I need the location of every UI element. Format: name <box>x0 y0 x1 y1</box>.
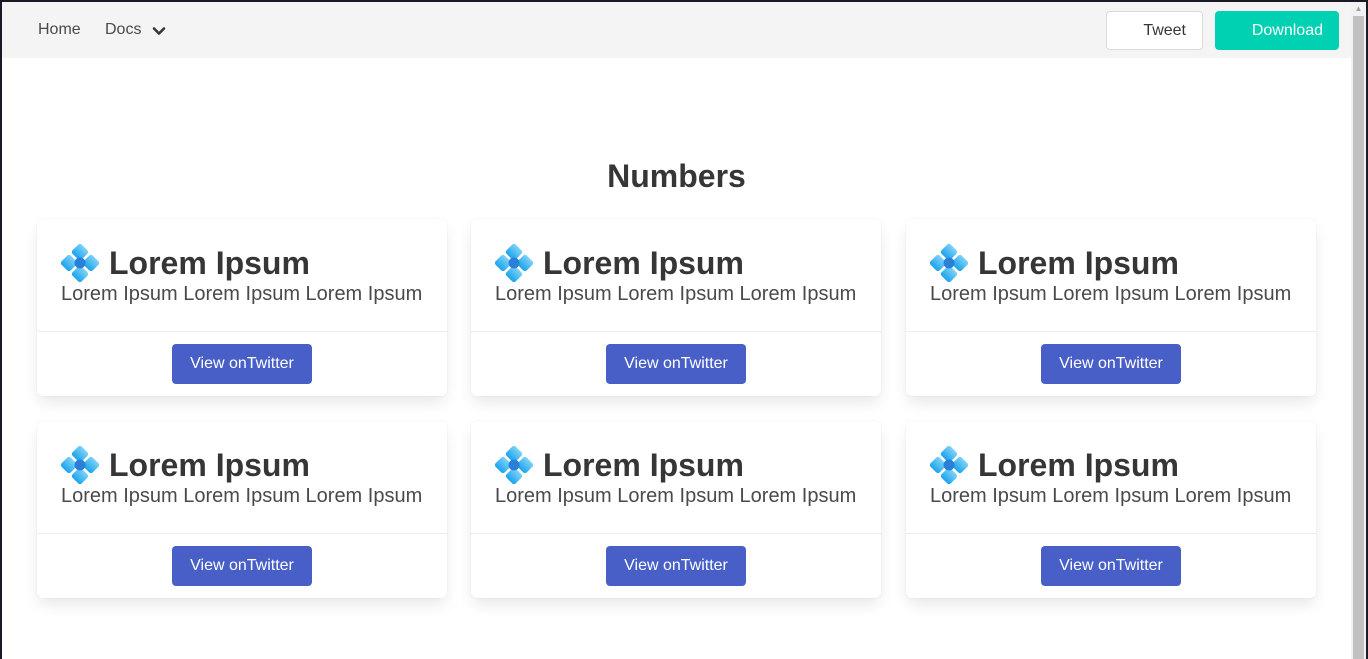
card-title: Lorem Ipsum <box>109 245 310 281</box>
blue-diamond-cluster-icon <box>61 446 99 484</box>
navbar: Home Docs Tweet Download <box>2 2 1351 58</box>
card-divider <box>906 331 1316 332</box>
card-header: Lorem Ipsum <box>495 243 744 283</box>
card-header: Lorem Ipsum <box>61 445 310 485</box>
card-header: Lorem Ipsum <box>930 243 1179 283</box>
view-on-twitter-button[interactable]: View onTwitter <box>606 344 746 384</box>
card-description: Lorem Ipsum Lorem Ipsum Lorem Ipsum <box>61 485 423 507</box>
view-on-twitter-button[interactable]: View onTwitter <box>1041 546 1181 586</box>
section-title: Numbers <box>607 158 746 194</box>
blue-diamond-cluster-icon <box>495 446 533 484</box>
download-button[interactable]: Download <box>1215 11 1339 50</box>
blue-diamond-cluster-icon <box>930 244 968 282</box>
card: Lorem Ipsum Lorem Ipsum Lorem Ipsum Lore… <box>37 219 447 396</box>
card: Lorem Ipsum Lorem Ipsum Lorem Ipsum Lore… <box>471 219 881 396</box>
scroll-up-arrow-icon[interactable]: ▲ <box>1351 2 1366 16</box>
blue-diamond-cluster-icon <box>930 446 968 484</box>
card-description: Lorem Ipsum Lorem Ipsum Lorem Ipsum <box>930 283 1292 305</box>
view-on-twitter-button[interactable]: View onTwitter <box>172 546 312 586</box>
card: Lorem Ipsum Lorem Ipsum Lorem Ipsum Lore… <box>906 219 1316 396</box>
card-description: Lorem Ipsum Lorem Ipsum Lorem Ipsum <box>930 485 1292 507</box>
page-viewport: Home Docs Tweet Download Numbers Lorem I… <box>2 2 1351 659</box>
view-on-twitter-button[interactable]: View onTwitter <box>1041 344 1181 384</box>
card-description: Lorem Ipsum Lorem Ipsum Lorem Ipsum <box>495 283 857 305</box>
nav-docs-dropdown[interactable]: Docs <box>105 2 141 58</box>
card-header: Lorem Ipsum <box>495 445 744 485</box>
view-on-twitter-button[interactable]: View onTwitter <box>172 344 312 384</box>
card: Lorem Ipsum Lorem Ipsum Lorem Ipsum Lore… <box>37 421 447 598</box>
card: Lorem Ipsum Lorem Ipsum Lorem Ipsum Lore… <box>471 421 881 598</box>
card-description: Lorem Ipsum Lorem Ipsum Lorem Ipsum <box>495 485 857 507</box>
card-title: Lorem Ipsum <box>978 447 1179 483</box>
chevron-down-icon[interactable] <box>152 24 166 38</box>
card-divider <box>37 331 447 332</box>
card-title: Lorem Ipsum <box>543 447 744 483</box>
card-divider <box>471 331 881 332</box>
nav-home-link[interactable]: Home <box>38 2 81 58</box>
card-divider <box>37 533 447 534</box>
blue-diamond-cluster-icon <box>495 244 533 282</box>
card-description: Lorem Ipsum Lorem Ipsum Lorem Ipsum <box>61 283 423 305</box>
card-title: Lorem Ipsum <box>543 245 744 281</box>
tweet-button[interactable]: Tweet <box>1106 11 1203 50</box>
card: Lorem Ipsum Lorem Ipsum Lorem Ipsum Lore… <box>906 421 1316 598</box>
blue-diamond-cluster-icon <box>61 244 99 282</box>
card-divider <box>471 533 881 534</box>
card-title: Lorem Ipsum <box>978 245 1179 281</box>
vertical-scrollbar[interactable]: ▲ <box>1351 2 1366 659</box>
scroll-thumb[interactable] <box>1353 16 1364 659</box>
card-divider <box>906 533 1316 534</box>
card-title: Lorem Ipsum <box>109 447 310 483</box>
card-header: Lorem Ipsum <box>61 243 310 283</box>
view-on-twitter-button[interactable]: View onTwitter <box>606 546 746 586</box>
card-header: Lorem Ipsum <box>930 445 1179 485</box>
